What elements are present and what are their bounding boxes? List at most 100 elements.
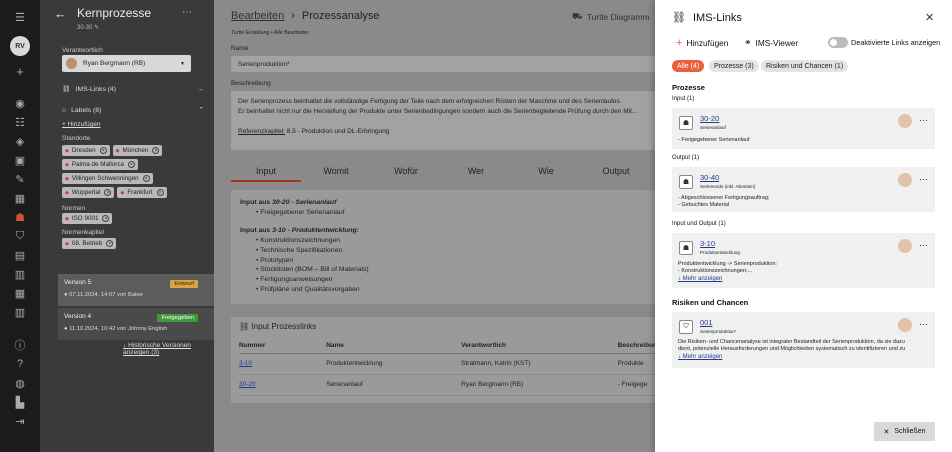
tab-wie[interactable]: Wie [511,166,581,182]
help-icon[interactable]: ? [11,355,29,373]
chevron-up-icon: ⌃ [198,107,204,114]
description-line: Der Serienprozess beinhaltet die vollstä… [238,98,622,105]
column-header: Verantwortlich [461,339,618,354]
remove-icon[interactable]: × [152,147,160,154]
tag-icon: ◆ [115,147,120,154]
chevron-right-icon: › [291,10,295,22]
remove-icon[interactable]: × [142,175,150,182]
location-chips: ◆ Dresden × ◆ München × ◆ Palma de Mallorca × … [62,145,197,198]
filter-all[interactable]: Alle (4) [672,60,705,72]
user-avatar[interactable]: RV [10,36,30,56]
remove-icon[interactable]: × [128,161,136,168]
layers-icon[interactable]: ◈ [11,132,29,150]
logout-icon[interactable]: ⇥ [11,412,29,430]
breadcrumb-link[interactable]: Bearbeiten [231,10,284,22]
input-heading: Input aus 3-10 - Produktentwicklung: [240,227,359,235]
owner-select[interactable]: Ryan Bergmann (RB) ▼ [62,55,191,72]
version-date: ● 07.11.2024, 14:07 von Baker [64,292,144,298]
info-icon[interactable]: ⓘ [11,336,29,354]
table-icon[interactable]: ▦ [11,284,29,302]
process-number-link[interactable]: 3-10 [239,360,252,367]
table-row[interactable]: 3-10 Produktentwicklung Stratmann, Katri… [239,353,661,375]
tab-output[interactable]: Output [581,166,651,182]
tab-wer[interactable]: Wer [441,166,511,182]
shield-icon[interactable]: ⛉ [11,227,29,245]
more-options-icon[interactable]: ⋯ [919,115,928,126]
filter-processes[interactable]: Prozesse (3) [709,60,759,72]
more-options-icon[interactable]: ⋯ [182,7,192,18]
close-icon[interactable]: ✕ [925,11,934,24]
description-field[interactable]: Der Serienprozess beinhaltet die vollstä… [231,91,661,150]
menu-icon[interactable]: ☰ [11,8,29,26]
list-icon[interactable]: ☷ [11,113,29,131]
description-label: Beschreibung [231,80,271,87]
link-icon: ⛓ [672,12,686,24]
main-content: Bearbeiten › Prozessanalyse Turtle Erste… [214,0,661,452]
remove-icon[interactable]: × [156,189,164,196]
close-button[interactable]: ✕ Schließen [874,422,935,441]
more-options-icon[interactable]: ⋯ [919,319,928,330]
section-risks: Risiken und Chancen [672,298,749,307]
ims-link-card[interactable]: ☗ 3-10 Produktentwicklung ⋯ Produktentwi… [672,233,935,288]
back-arrow-icon[interactable]: ← [54,6,67,21]
chart-icon[interactable]: ▙ [11,393,29,411]
box-icon[interactable]: ▣ [11,151,29,169]
add-icon[interactable]: + [11,62,29,80]
tab-womit[interactable]: Womit [301,166,371,182]
table-row[interactable]: 30-20 Serienanlauf Ryan Bergmann (RB) - … [239,374,661,396]
name-field[interactable]: Serienproduktion* [231,56,661,72]
ims-link-card[interactable]: ⛉ 001 Serienproduktion* ⋯ Die Risiken- u… [672,312,935,368]
remove-icon[interactable]: × [102,215,110,222]
building-icon[interactable]: ▥ [11,303,29,321]
tab-wofuer[interactable]: Wofür [371,166,441,182]
remove-icon[interactable]: × [99,147,107,154]
drawer-header: ⛓ IMS-Links [672,11,742,25]
ims-viewer-button[interactable]: ⚭ IMS-Viewer [744,37,798,48]
add-label-link[interactable]: + Hinzufügen [62,121,101,128]
link-code[interactable]: 30-40 [700,173,719,182]
process-icon[interactable]: ☗ [11,208,29,226]
ims-link-card[interactable]: ☗ 30-20 Serienanlauf ⋯ - Freigegebener S… [672,108,935,149]
link-code[interactable]: 001 [700,318,713,327]
process-icon: ☗ [679,241,693,255]
more-options-icon[interactable]: ⋯ [919,174,928,185]
document-icon[interactable]: ▤ [11,246,29,264]
remove-icon[interactable]: × [106,240,114,247]
process-sidebar: ← Kernprozesse 30-30 ✎ ⋯ Verantwortlich … [40,0,214,452]
globe-icon[interactable]: ◍ [11,374,29,392]
grid-icon[interactable]: ▦ [11,189,29,207]
history-link[interactable]: ↓ Historische Versionen anzeigen (3) [123,342,214,356]
norms-label: Normen [62,205,86,212]
norm-chapter-label: Normenkapitel [62,229,104,236]
wrench-icon[interactable]: ✎ [11,170,29,188]
filter-risks[interactable]: Risiken und Chancen (1) [761,60,849,72]
add-link-button[interactable]: + Hinzufügen [676,37,728,49]
chevron-down-icon: ▼ [180,60,185,67]
turtle-diagram-button[interactable]: ⛟ Turtle Diagramm [572,11,650,23]
version-card-5[interactable]: Version 5 Entwurf ● 07.11.2024, 14:07 vo… [58,274,214,306]
ims-links-row[interactable]: ⛓ IMS-Links (4) → [62,85,212,94]
dashboard-icon[interactable]: ◉ [11,94,29,112]
norm-chapter-chip: ◆ 08. Betrieb × [62,238,117,249]
ims-link-card[interactable]: ☗ 30-40 Serienende (inkl. Abrüsten) ⋯ - … [672,167,935,212]
link-code[interactable]: 30-20 [700,114,719,123]
version-card-4[interactable]: Version 4 Freigegeben ● 11.10.2024, 10:4… [58,308,214,340]
process-number[interactable]: 30-30 ✎ [77,24,99,31]
tab-input[interactable]: Input [231,166,301,182]
link-description: Die Risiken- und Chancenanalyse ist inte… [678,339,906,352]
plus-icon: + [676,37,683,49]
remove-icon[interactable]: × [104,189,112,196]
link-code[interactable]: 3-10 [700,239,715,248]
avatar [898,239,912,253]
tag-icon: ◆ [120,189,125,196]
show-more-link[interactable]: ↓ Mehr anzeigen [678,354,722,360]
process-number-link[interactable]: 30-20 [239,381,256,388]
show-more-link[interactable]: ↓ Mehr anzeigen [678,276,722,282]
turtle-tabs: Input Womit Wofür Wer Wie Output [231,166,661,182]
location-chip: ◆ München × [112,145,163,156]
ims-links-label: IMS-Links (4) [75,85,117,93]
deactivated-links-toggle[interactable] [828,37,848,48]
more-options-icon[interactable]: ⋯ [919,240,928,251]
file-icon[interactable]: ▥ [11,265,29,283]
labels-row[interactable]: ⌂ Labels (8) ⌃ [62,106,212,115]
